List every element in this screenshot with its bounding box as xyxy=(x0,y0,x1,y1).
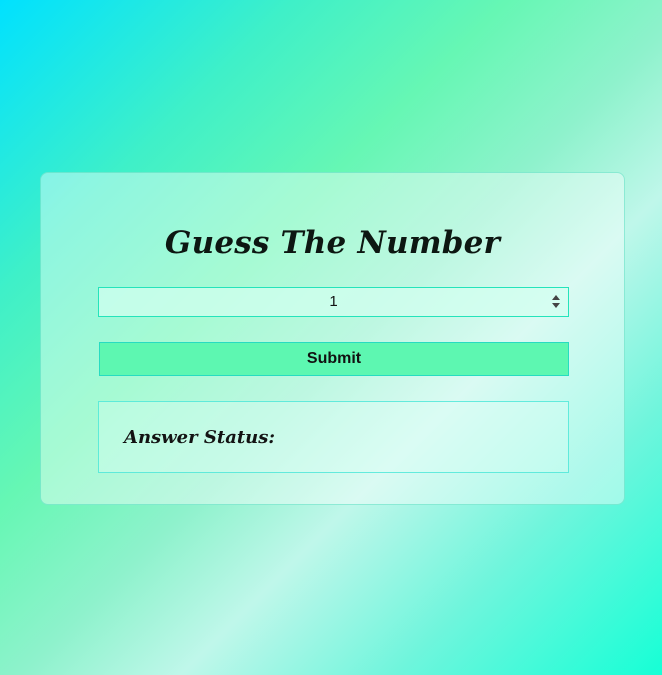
guess-number-input[interactable]: 1 xyxy=(98,287,569,317)
spin-down-icon[interactable] xyxy=(552,303,560,308)
guess-number-value: 1 xyxy=(329,293,338,310)
answer-status-panel: Answer Status: xyxy=(98,401,569,473)
game-card: Guess The Number 1 Submit Answer Status: xyxy=(40,172,625,505)
spin-up-icon[interactable] xyxy=(552,295,560,300)
page: { "title": "Guess The Number", "guess_in… xyxy=(0,0,662,675)
submit-button[interactable]: Submit xyxy=(99,342,569,376)
number-spinner[interactable] xyxy=(552,295,560,309)
page-title: Guess The Number xyxy=(164,225,501,261)
answer-status-label: Answer Status: xyxy=(124,427,276,448)
